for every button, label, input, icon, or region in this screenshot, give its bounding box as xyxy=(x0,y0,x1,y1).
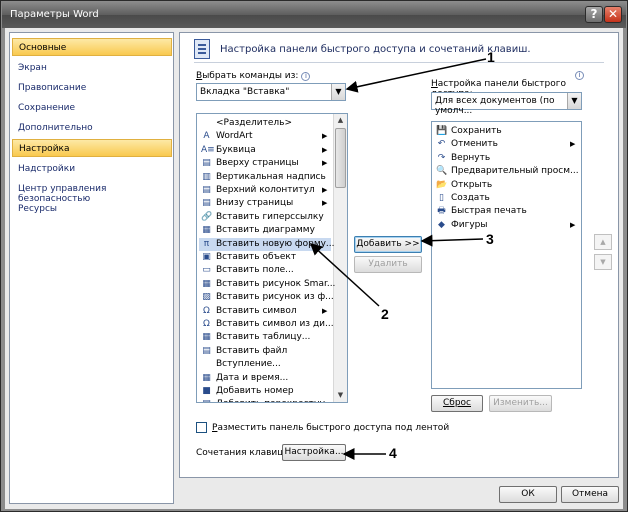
callout-number-3: 3 xyxy=(486,231,494,247)
callout-arrow-3 xyxy=(420,234,484,247)
callout-number-4: 4 xyxy=(389,445,397,461)
options-window: Параметры Word ? ✕ Основные Экран Правопис… xyxy=(0,0,628,512)
callout-overlay xyxy=(309,58,487,460)
callout-arrow-2 xyxy=(309,242,380,307)
callout-number-1: 1 xyxy=(487,49,495,65)
callout-arrow-1 xyxy=(345,58,487,93)
callout-number-2: 2 xyxy=(381,306,389,322)
